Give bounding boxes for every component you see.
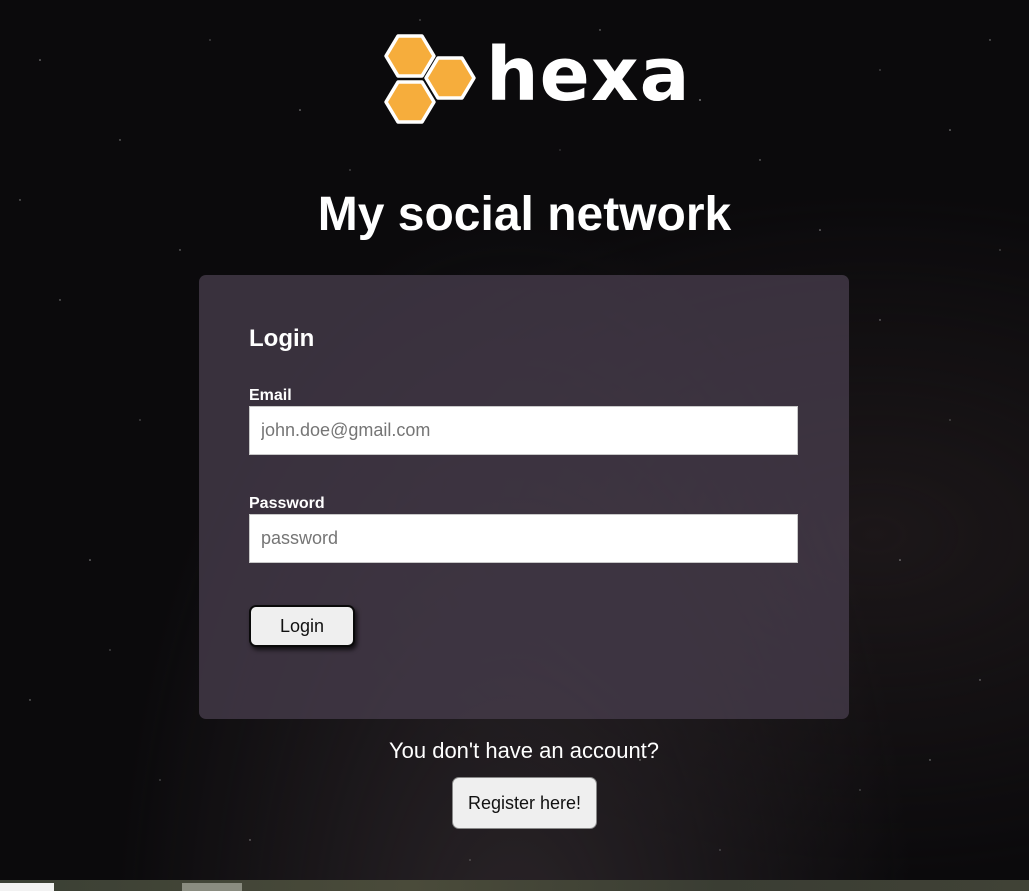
- logo-wordmark: hexa: [486, 32, 691, 118]
- hexagon-logo-icon: [384, 34, 476, 124]
- login-title: Login: [249, 325, 315, 352]
- email-label: Email: [249, 387, 292, 404]
- login-button[interactable]: Login: [249, 605, 355, 647]
- strip-thumbnail: [0, 883, 54, 891]
- password-label: Password: [249, 495, 325, 512]
- no-account-prompt: You don't have an account?: [388, 738, 660, 763]
- page-title: My social network: [317, 188, 732, 241]
- register-button[interactable]: Register here!: [452, 777, 597, 829]
- password-field[interactable]: [249, 514, 798, 563]
- bottom-strip: [0, 880, 1029, 891]
- email-field[interactable]: [249, 406, 798, 455]
- strip-thumbnail: [182, 883, 242, 891]
- hexa-logo: hexa: [374, 34, 690, 134]
- login-card: Login Email Password Login: [199, 275, 849, 719]
